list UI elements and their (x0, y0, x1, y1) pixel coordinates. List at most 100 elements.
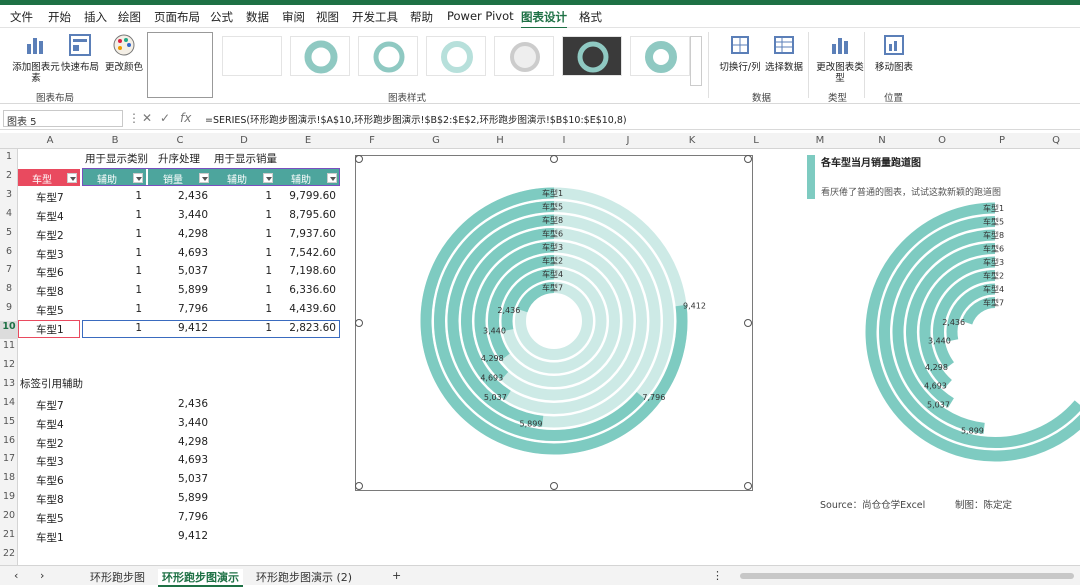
ref-cell[interactable]: 4,298 (148, 436, 208, 448)
ribbon-tab[interactable]: Power Pivot (447, 9, 514, 23)
table-header[interactable]: 辅助 (276, 168, 340, 186)
ribbon-tab[interactable]: 开发工具 (352, 9, 398, 25)
column-header[interactable]: L (724, 135, 788, 146)
sheet-tab-1[interactable]: 环形跑步图 (90, 569, 145, 585)
row-header[interactable]: 4 (0, 208, 18, 219)
table-cell[interactable]: 车型5 (36, 303, 64, 318)
table-cell[interactable]: 1 (82, 190, 142, 202)
ref-cell[interactable]: 车型6 (36, 473, 64, 488)
column-header[interactable]: P (972, 135, 1032, 146)
chart-style-1[interactable] (147, 32, 213, 98)
table-cell[interactable]: 车型7 (36, 190, 64, 205)
table-cell[interactable]: 1 (212, 322, 272, 334)
scroll-right-icon[interactable]: › (40, 569, 44, 582)
table-header[interactable]: 辅助 (212, 168, 276, 186)
table-cell[interactable]: 7,937.60 (276, 228, 336, 240)
formula-text[interactable]: =SERIES(环形跑步图演示!$A$10,环形跑步图演示!$B$2:$E$2,… (205, 112, 627, 126)
table-header[interactable]: 辅助 (82, 168, 146, 186)
table-cell[interactable]: 1 (212, 247, 272, 259)
sheet-tab-2[interactable]: 环形跑步图演示 (158, 569, 243, 587)
column-header[interactable]: F (340, 135, 404, 146)
column-header[interactable]: G (404, 135, 468, 146)
resize-handle[interactable] (355, 319, 363, 327)
ref-cell[interactable]: 车型3 (36, 454, 64, 469)
ref-cell[interactable]: 4,693 (148, 454, 208, 466)
chart-style-7[interactable] (562, 36, 622, 76)
ribbon-tab[interactable]: 帮助 (410, 9, 433, 25)
table-cell[interactable]: 车型3 (36, 247, 64, 262)
filter-dropdown-icon[interactable] (199, 172, 209, 183)
row-header[interactable]: 1 (0, 151, 18, 162)
styles-scroll[interactable] (690, 36, 702, 86)
table-cell[interactable]: 1 (82, 322, 142, 334)
table-cell[interactable]: 8,795.60 (276, 209, 336, 221)
row-header[interactable]: 14 (0, 397, 18, 408)
ribbon-tab[interactable]: 数据 (246, 9, 269, 25)
resize-handle[interactable] (355, 482, 363, 490)
column-header[interactable]: B (82, 135, 148, 146)
column-header[interactable]: E (276, 135, 340, 146)
row-header[interactable]: 11 (0, 340, 18, 351)
table-cell[interactable]: 1 (212, 190, 272, 202)
table-cell[interactable]: 4,439.60 (276, 303, 336, 315)
table-cell[interactable]: 车型6 (36, 265, 64, 280)
doughnut-chart-selected[interactable]: 车型1 9,412 车型5 7,796 车型8 5,899 车型6 5,037 车型3 4,693… (355, 155, 753, 491)
row-header[interactable]: 15 (0, 416, 18, 427)
table-cell[interactable]: 车型4 (36, 209, 64, 224)
ref-cell[interactable]: 5,899 (148, 492, 208, 504)
column-header[interactable]: Q (1032, 135, 1080, 146)
column-header[interactable]: J (596, 135, 660, 146)
table-cell[interactable]: 1 (82, 247, 142, 259)
horizontal-scrollbar[interactable] (740, 573, 1074, 579)
table-header[interactable]: 销量 (148, 168, 212, 186)
scroll-left-icon[interactable]: ‹ (14, 569, 18, 582)
table-cell[interactable]: 1 (82, 228, 142, 240)
cancel-icon[interactable]: ✕ (142, 111, 152, 125)
resize-handle[interactable] (744, 155, 752, 163)
ref-cell[interactable]: 车型5 (36, 511, 64, 526)
chart-style-5[interactable] (426, 36, 486, 76)
table-cell[interactable]: 4,298 (148, 228, 208, 240)
table-cell[interactable]: 7,796 (148, 303, 208, 315)
table-cell[interactable]: 4,693 (148, 247, 208, 259)
row-header[interactable]: 21 (0, 529, 18, 540)
ref-cell[interactable]: 车型2 (36, 436, 64, 451)
row-header[interactable]: 6 (0, 246, 18, 257)
column-header[interactable]: C (148, 135, 212, 146)
table-cell[interactable]: 7,198.60 (276, 265, 336, 277)
ribbon-tab[interactable]: 审阅 (282, 9, 305, 25)
table-cell[interactable]: 1 (212, 303, 272, 315)
chart-style-4[interactable] (358, 36, 418, 76)
filter-dropdown-icon[interactable] (327, 172, 337, 183)
enter-icon[interactable]: ✓ (160, 111, 170, 125)
table-cell[interactable]: 1 (82, 284, 142, 296)
resize-handle[interactable] (550, 155, 558, 163)
table-cell[interactable]: 1 (82, 303, 142, 315)
table-cell[interactable]: 9,412 (148, 322, 208, 334)
chart-style-8[interactable] (630, 36, 690, 76)
table-cell[interactable]: 1 (212, 284, 272, 296)
sheet-tab-3[interactable]: 环形跑步图演示 (2) (256, 569, 352, 585)
resize-handle[interactable] (744, 319, 752, 327)
change-color-button[interactable]: 更改颜色 (96, 30, 152, 94)
row-header[interactable]: 19 (0, 491, 18, 502)
ribbon-tab[interactable]: 公式 (210, 9, 233, 25)
chart-style-3[interactable] (290, 36, 350, 76)
move-chart-button[interactable]: 移动图表 (866, 30, 922, 94)
table-cell[interactable]: 1 (82, 209, 142, 221)
ribbon-tab[interactable]: 图表设计 (521, 9, 567, 29)
row-header[interactable]: 18 (0, 472, 18, 483)
table-cell[interactable]: 1 (212, 265, 272, 277)
row-header[interactable]: 22 (0, 548, 18, 559)
ribbon-tab[interactable]: 页面布局 (154, 9, 200, 25)
ref-cell[interactable]: 7,796 (148, 511, 208, 523)
table-cell[interactable]: 9,799.60 (276, 190, 336, 202)
ribbon-tab[interactable]: 插入 (84, 9, 107, 25)
table-cell[interactable]: 3,440 (148, 209, 208, 221)
row-header[interactable]: 10 (0, 321, 18, 340)
ref-cell[interactable]: 车型1 (36, 530, 64, 545)
chart-style-6[interactable] (494, 36, 554, 76)
ribbon-tab[interactable]: 格式 (579, 9, 602, 25)
ribbon-tab[interactable]: 绘图 (118, 9, 141, 25)
select-data-button[interactable]: 选择数据 (756, 30, 812, 94)
